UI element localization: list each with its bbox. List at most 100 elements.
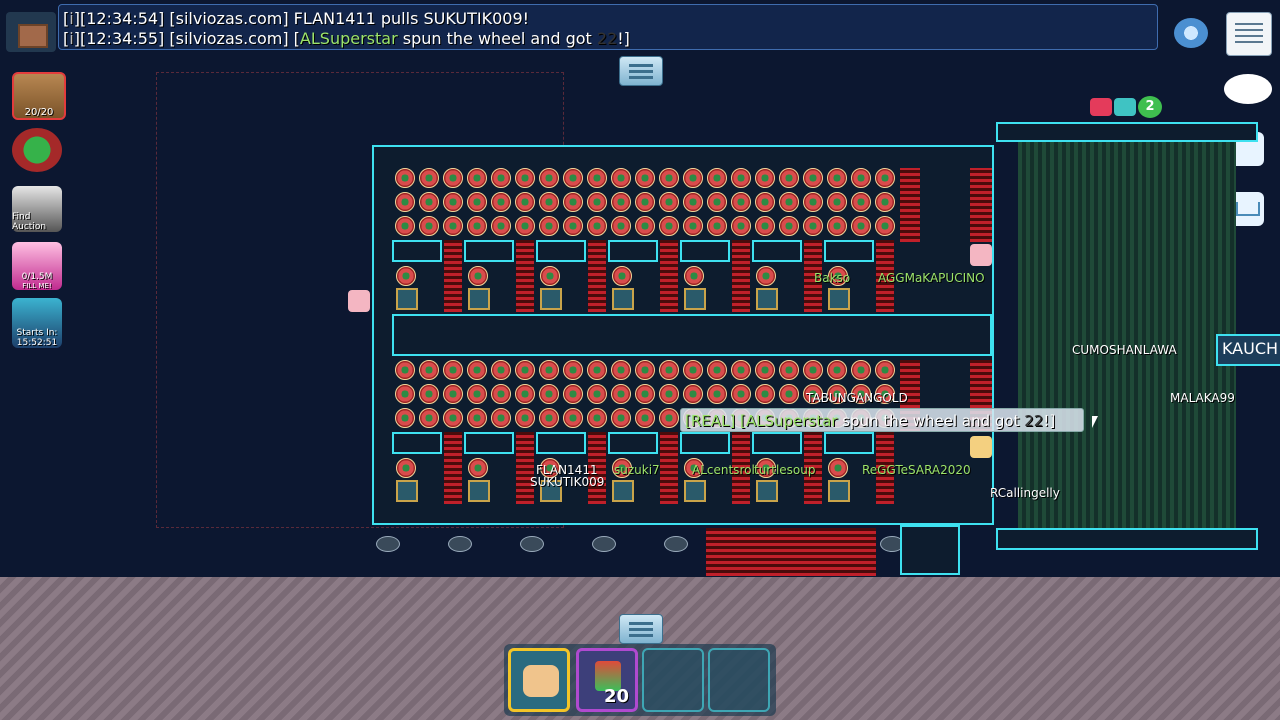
- roulette-wheel[interactable]: [803, 216, 823, 236]
- roulette-wheel[interactable]: [419, 168, 439, 188]
- roulette-wheel[interactable]: [419, 192, 439, 212]
- roulette-wheel[interactable]: [539, 168, 559, 188]
- roulette-wheel[interactable]: [683, 360, 703, 380]
- roulette-wheel[interactable]: [803, 168, 823, 188]
- roulette-wheel[interactable]: [395, 360, 415, 380]
- roulette-wheel[interactable]: [755, 360, 775, 380]
- roulette-wheel[interactable]: [803, 192, 823, 212]
- roulette-wheel[interactable]: [683, 168, 703, 188]
- chat-toggle-button[interactable]: [619, 56, 663, 86]
- backpack-button[interactable]: 20/20: [12, 72, 66, 120]
- roulette-wheel[interactable]: [779, 192, 799, 212]
- roulette-wheel[interactable]: [635, 216, 655, 236]
- inventory-slot-3[interactable]: [642, 648, 704, 712]
- roulette-wheel[interactable]: [635, 360, 655, 380]
- roulette-wheel[interactable]: [707, 216, 727, 236]
- roulette-wheel[interactable]: [755, 192, 775, 212]
- roulette-wheel[interactable]: [395, 384, 415, 404]
- roulette-wheel[interactable]: [779, 216, 799, 236]
- roulette-wheel[interactable]: [683, 192, 703, 212]
- roulette-wheel[interactable]: [419, 216, 439, 236]
- roulette-wheel[interactable]: [635, 192, 655, 212]
- roulette-wheel[interactable]: [611, 360, 631, 380]
- roulette-wheel[interactable]: [539, 360, 559, 380]
- roulette-wheel[interactable]: [467, 408, 487, 428]
- roulette-wheel[interactable]: [443, 168, 463, 188]
- roulette-wheel[interactable]: [396, 266, 416, 286]
- roulette-wheel[interactable]: [468, 458, 488, 478]
- roulette-wheel[interactable]: [515, 360, 535, 380]
- roulette-wheel[interactable]: [467, 192, 487, 212]
- roulette-wheel[interactable]: [851, 192, 871, 212]
- roulette-wheel[interactable]: [443, 408, 463, 428]
- roulette-wheel[interactable]: [467, 360, 487, 380]
- roulette-wheel[interactable]: [515, 168, 535, 188]
- roulette-wheel[interactable]: [731, 384, 751, 404]
- roulette-wheel[interactable]: [755, 216, 775, 236]
- roulette-wheel[interactable]: [563, 216, 583, 236]
- chat-log[interactable]: [i][12:34:54] [silviozas.com] FLAN1411 p…: [58, 4, 1158, 50]
- roulette-wheel[interactable]: [395, 216, 415, 236]
- inventory-toggle-button[interactable]: [619, 614, 663, 644]
- roulette-wheel[interactable]: [611, 192, 631, 212]
- roulette-wheel[interactable]: [875, 168, 895, 188]
- roulette-wheel[interactable]: [587, 384, 607, 404]
- roulette-wheel[interactable]: [755, 384, 775, 404]
- roulette-wheel[interactable]: [851, 168, 871, 188]
- roulette-wheel[interactable]: [828, 458, 848, 478]
- menu-list-icon[interactable]: [1226, 12, 1272, 56]
- inventory-slot-4[interactable]: [708, 648, 770, 712]
- roulette-wheel[interactable]: [779, 168, 799, 188]
- roulette-wheel[interactable]: [443, 360, 463, 380]
- roulette-wheel[interactable]: [659, 216, 679, 236]
- roulette-wheel[interactable]: [707, 384, 727, 404]
- roulette-wheel[interactable]: [419, 408, 439, 428]
- player-avatar-icon[interactable]: [6, 12, 56, 52]
- roulette-wheel[interactable]: [563, 408, 583, 428]
- roulette-wheel[interactable]: [395, 192, 415, 212]
- roulette-wheel[interactable]: [587, 360, 607, 380]
- roulette-wheel[interactable]: [827, 216, 847, 236]
- roulette-wheel[interactable]: [707, 168, 727, 188]
- roulette-wheel[interactable]: [587, 408, 607, 428]
- roulette-wheel[interactable]: [611, 168, 631, 188]
- mailbox-icon[interactable]: [12, 128, 62, 172]
- roulette-wheel[interactable]: [539, 192, 559, 212]
- roulette-wheel[interactable]: [851, 216, 871, 236]
- roulette-wheel[interactable]: [491, 408, 511, 428]
- inventory-slot-2[interactable]: 20: [576, 648, 638, 712]
- roulette-wheel[interactable]: [803, 360, 823, 380]
- roulette-wheel[interactable]: [443, 216, 463, 236]
- piggy-bank-button[interactable]: 0/1.5M FILL ME!: [12, 242, 62, 290]
- roulette-wheel[interactable]: [779, 360, 799, 380]
- roulette-wheel[interactable]: [395, 168, 415, 188]
- roulette-wheel[interactable]: [539, 216, 559, 236]
- roulette-wheel[interactable]: [755, 168, 775, 188]
- roulette-wheel[interactable]: [875, 360, 895, 380]
- roulette-wheel[interactable]: [563, 360, 583, 380]
- roulette-wheel[interactable]: [587, 216, 607, 236]
- roulette-wheel[interactable]: [731, 192, 751, 212]
- roulette-wheel[interactable]: [540, 266, 560, 286]
- roulette-wheel[interactable]: [443, 384, 463, 404]
- roulette-wheel[interactable]: [756, 266, 776, 286]
- roulette-wheel[interactable]: [827, 360, 847, 380]
- roulette-wheel[interactable]: [635, 408, 655, 428]
- roulette-wheel[interactable]: [467, 384, 487, 404]
- roulette-wheel[interactable]: [419, 384, 439, 404]
- roulette-wheel[interactable]: [491, 168, 511, 188]
- roulette-wheel[interactable]: [467, 168, 487, 188]
- roulette-wheel[interactable]: [515, 384, 535, 404]
- roulette-wheel[interactable]: [419, 360, 439, 380]
- roulette-wheel[interactable]: [587, 168, 607, 188]
- roulette-wheel[interactable]: [684, 266, 704, 286]
- roulette-wheel[interactable]: [611, 384, 631, 404]
- roulette-wheel[interactable]: [659, 408, 679, 428]
- roulette-wheel[interactable]: [396, 458, 416, 478]
- roulette-wheel[interactable]: [659, 384, 679, 404]
- roulette-wheel[interactable]: [395, 408, 415, 428]
- roulette-wheel[interactable]: [491, 384, 511, 404]
- roulette-wheel[interactable]: [491, 216, 511, 236]
- roulette-wheel[interactable]: [563, 384, 583, 404]
- roulette-wheel[interactable]: [731, 216, 751, 236]
